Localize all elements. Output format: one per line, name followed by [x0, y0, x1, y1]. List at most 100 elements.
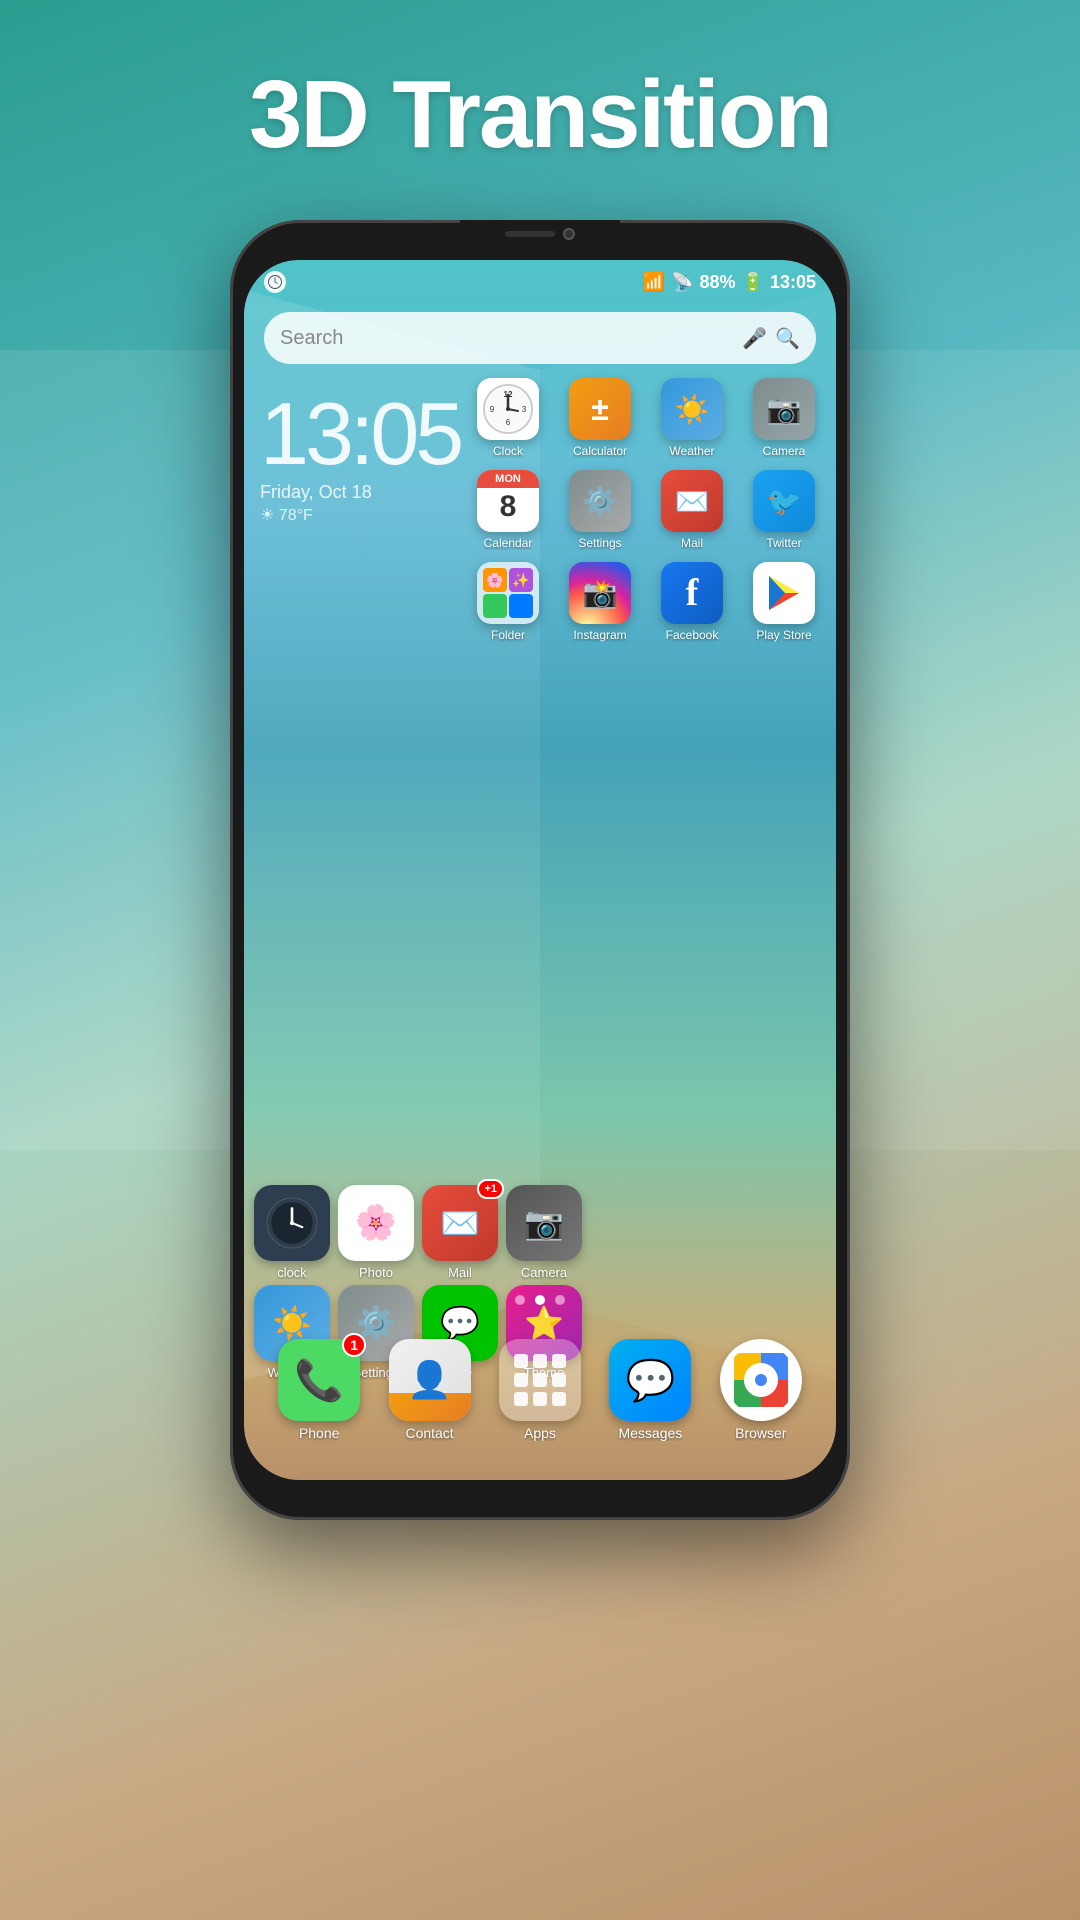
svg-text:3: 3: [522, 405, 527, 414]
camera-icon: 📷: [753, 378, 815, 440]
dock-messages-label: Messages: [618, 1425, 682, 1441]
clock-date: Friday, Oct 18: [260, 482, 460, 503]
page-dots: [515, 1295, 565, 1305]
search-placeholder: Search: [280, 327, 734, 350]
mail-icon: ✉️: [661, 470, 723, 532]
messages-icon: 💬: [609, 1339, 691, 1421]
apps-dot-4: [514, 1373, 528, 1387]
dot-3[interactable]: [555, 1295, 565, 1305]
dock-apps[interactable]: Apps: [499, 1339, 581, 1441]
camera-sm-icon: 📷: [506, 1185, 582, 1261]
app-folder[interactable]: 🌸 ✨ Folder: [468, 562, 548, 642]
apps-grid: [514, 1354, 566, 1406]
app-clock-sm[interactable]: clock: [254, 1185, 330, 1280]
clock-widget: 13:05 Friday, Oct 18 ☀ 78°F: [260, 390, 460, 525]
status-clock-icon: [264, 271, 286, 293]
app-twitter[interactable]: 🐦 Twitter: [744, 470, 824, 550]
apps-dot-9: [552, 1392, 566, 1406]
notch: [460, 220, 620, 248]
folder-icon: 🌸 ✨: [477, 562, 539, 624]
notch-speaker: [505, 231, 555, 237]
app-weather[interactable]: ☀️ Weather: [652, 378, 732, 458]
apps-dot-5: [533, 1373, 547, 1387]
app-playstore-label: Play Store: [756, 628, 811, 642]
dock-phone-label: Phone: [299, 1425, 339, 1441]
app-weather-label: Weather: [669, 444, 714, 458]
app-camera-label: Camera: [763, 444, 806, 458]
app-clock-sm-label: clock: [277, 1265, 307, 1280]
signal-icon: 📡: [671, 272, 693, 293]
dock-browser[interactable]: Browser: [720, 1339, 802, 1441]
facebook-icon: f: [661, 562, 723, 624]
app-instagram-label: Instagram: [573, 628, 626, 642]
dock-contact[interactable]: 👤 Contact: [389, 1339, 471, 1441]
app-photo[interactable]: 🌸 Photo: [338, 1185, 414, 1280]
mic-icon[interactable]: 🎤: [742, 326, 767, 351]
app-twitter-label: Twitter: [766, 536, 801, 550]
calendar-day: 8: [477, 490, 539, 523]
clock-time: 13:05: [260, 390, 460, 478]
app-calendar[interactable]: MON 8 Calendar: [468, 470, 548, 550]
app-calendar-label: Calendar: [484, 536, 533, 550]
app-clock[interactable]: 12 6 9 3 Clock: [468, 378, 548, 458]
dot-2[interactable]: [535, 1295, 545, 1305]
apps-dot-3: [552, 1354, 566, 1368]
settings-icon: ⚙️: [569, 470, 631, 532]
app-folder-label: Folder: [491, 628, 525, 642]
app-camera-sm-label: Camera: [521, 1265, 567, 1280]
front-camera: [563, 228, 575, 240]
app-clock-label: Clock: [493, 444, 523, 458]
phone-icon: 1 📞: [278, 1339, 360, 1421]
dock: 1 📞 Phone 👤 Contact: [244, 1320, 836, 1460]
app-instagram[interactable]: 📸 Instagram: [560, 562, 640, 642]
contact-icon: 👤: [389, 1339, 471, 1421]
status-left: [264, 271, 286, 293]
battery-label: 88%: [700, 272, 736, 293]
search-icon[interactable]: 🔍: [775, 326, 800, 351]
app-mail-sm-label: Mail: [448, 1265, 472, 1280]
dock-messages[interactable]: 💬 Messages: [609, 1339, 691, 1441]
dock-phone[interactable]: 1 📞 Phone: [278, 1339, 360, 1441]
app-mail[interactable]: ✉️ Mail: [652, 470, 732, 550]
status-time: 13:05: [770, 272, 816, 293]
calendar-month: MON: [477, 470, 539, 488]
right-app-grid: 12 6 9 3 Clock ± Calculator: [460, 370, 832, 650]
instagram-icon: 📸: [569, 562, 631, 624]
phone-frame: 📶 📡 88%🔋 13:05 Search 🎤 🔍 13:05 Friday, …: [230, 220, 850, 1520]
calendar-icon: MON 8: [477, 470, 539, 532]
dock-apps-label: Apps: [524, 1425, 556, 1441]
app-playstore[interactable]: Play Store: [744, 562, 824, 642]
app-settings-label: Settings: [578, 536, 621, 550]
weather-icon: ☀️: [661, 378, 723, 440]
search-bar[interactable]: Search 🎤 🔍: [264, 312, 816, 364]
page-title: 3D Transition: [0, 60, 1080, 170]
phone-screen: 📶 📡 88%🔋 13:05 Search 🎤 🔍 13:05 Friday, …: [244, 260, 836, 1480]
dot-1[interactable]: [515, 1295, 525, 1305]
clock-weather: ☀ 78°F: [260, 505, 460, 525]
apps-dot-7: [514, 1392, 528, 1406]
mail-sm-icon: +1 ✉️: [422, 1185, 498, 1261]
clock-icon: 12 6 9 3: [477, 378, 539, 440]
clock-sm-icon: [254, 1185, 330, 1261]
apps-dot-8: [533, 1392, 547, 1406]
dock-browser-label: Browser: [735, 1425, 786, 1441]
app-mail-label: Mail: [681, 536, 703, 550]
browser-icon: [720, 1339, 802, 1421]
app-calculator[interactable]: ± Calculator: [560, 378, 640, 458]
status-right: 📶 📡 88%🔋 13:05: [643, 272, 816, 293]
svg-text:9: 9: [490, 405, 495, 414]
app-mail-sm[interactable]: +1 ✉️ Mail: [422, 1185, 498, 1280]
app-camera[interactable]: 📷 Camera: [744, 378, 824, 458]
calculator-icon: ±: [569, 378, 631, 440]
phone-badge: 1: [342, 1333, 366, 1357]
app-calculator-label: Calculator: [573, 444, 627, 458]
photo-icon: 🌸: [338, 1185, 414, 1261]
app-camera-sm[interactable]: 📷 Camera: [506, 1185, 582, 1280]
app-settings[interactable]: ⚙️ Settings: [560, 470, 640, 550]
playstore-icon: [753, 562, 815, 624]
app-facebook[interactable]: f Facebook: [652, 562, 732, 642]
svg-text:6: 6: [506, 418, 511, 427]
app-facebook-label: Facebook: [666, 628, 719, 642]
apps-dot-1: [514, 1354, 528, 1368]
apps-dot-6: [552, 1373, 566, 1387]
